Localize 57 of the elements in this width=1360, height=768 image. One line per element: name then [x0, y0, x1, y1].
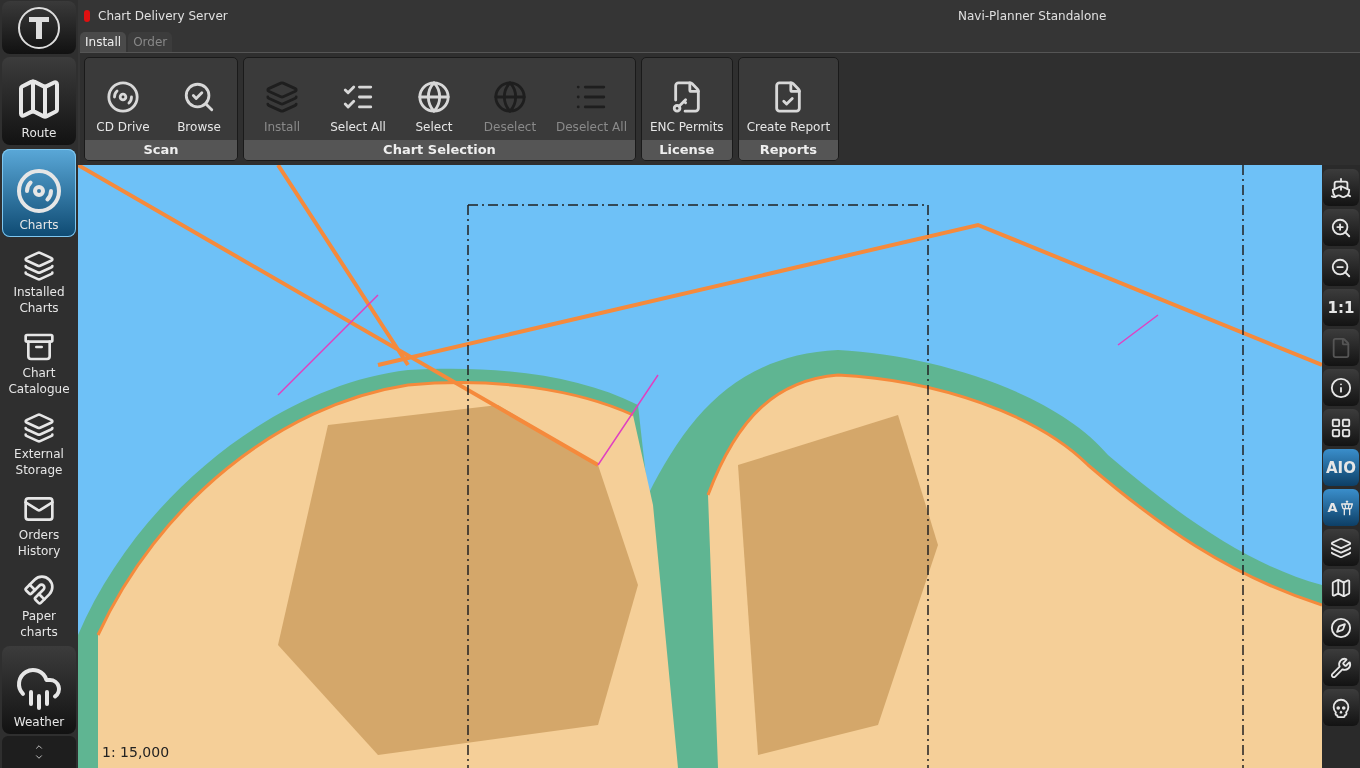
- info-icon: [1330, 376, 1352, 399]
- map-icon: [1330, 576, 1352, 599]
- stack-icon: [23, 412, 55, 444]
- map-tool-button[interactable]: AIO: [1323, 449, 1359, 486]
- magnet-icon: [23, 574, 55, 606]
- map-tool-button[interactable]: [1323, 409, 1359, 446]
- magnifier-icon: [182, 80, 216, 114]
- ribbon-button[interactable]: Select: [396, 58, 472, 140]
- map-tool-button[interactable]: [1323, 649, 1359, 686]
- group-title: Chart Selection: [244, 140, 635, 160]
- sidebar-item[interactable]: Orders History: [2, 482, 76, 563]
- group-title: Scan: [85, 140, 237, 160]
- map-tool-button[interactable]: [1323, 609, 1359, 646]
- ribbon-button[interactable]: CD Drive: [85, 58, 161, 140]
- skull-icon: [1330, 696, 1352, 719]
- logo-button[interactable]: [2, 1, 76, 54]
- group-title: Reports: [738, 140, 839, 160]
- grid-icon: [1330, 416, 1352, 439]
- map-tool-button[interactable]: [1323, 569, 1359, 606]
- sidebar-item[interactable]: Route: [2, 57, 76, 145]
- map-tool-button[interactable]: [1323, 169, 1359, 206]
- scale-label: 1: 15,000: [102, 744, 170, 760]
- sidebar-item[interactable]: Paper charts: [2, 563, 76, 644]
- sidebar-item[interactable]: Charts: [2, 149, 76, 237]
- stack-icon: [1330, 536, 1352, 559]
- map-tool-button[interactable]: [1323, 529, 1359, 566]
- disc-icon: [106, 80, 140, 114]
- zoom-in-icon: [1330, 216, 1352, 239]
- window-title: Navi-Planner Standalone: [958, 9, 1107, 23]
- ribbon-button[interactable]: Select All: [320, 58, 396, 140]
- cabinet-icon: [23, 331, 55, 363]
- ship-icon: [1330, 176, 1352, 199]
- tab[interactable]: Install: [80, 32, 127, 52]
- zoom-out-icon: [1330, 256, 1352, 279]
- group-title: License: [641, 140, 732, 160]
- compass-icon: [1330, 616, 1352, 639]
- stack-icon: [23, 250, 55, 282]
- map-tool-button[interactable]: [1323, 369, 1359, 406]
- map-tool-button[interactable]: [1323, 249, 1359, 286]
- tools-icon: [1330, 656, 1352, 679]
- sidebar-item[interactable]: Chart Catalogue: [2, 320, 76, 401]
- stack-icon: [265, 80, 299, 114]
- disc-icon: [15, 167, 63, 215]
- map-tool-button[interactable]: 1:1: [1323, 289, 1359, 326]
- map-tool-button[interactable]: [1323, 689, 1359, 726]
- ribbon-button[interactable]: Create Report: [738, 58, 839, 140]
- sidebar-item[interactable]: Weather: [2, 646, 76, 734]
- map-tool-button[interactable]: [1323, 209, 1359, 246]
- sidebar-item[interactable]: Installed Charts: [2, 239, 76, 320]
- ribbon-button[interactable]: Browse: [161, 58, 237, 140]
- map-tool-button[interactable]: A: [1323, 489, 1359, 526]
- globe-icon: [417, 80, 451, 114]
- document-icon: [1330, 336, 1352, 359]
- sidebar-item[interactable]: External Storage: [2, 401, 76, 482]
- server-status: Chart Delivery Server: [98, 9, 229, 23]
- ribbon-button[interactable]: ENC Permits: [641, 58, 732, 140]
- globe-icon: [493, 80, 527, 114]
